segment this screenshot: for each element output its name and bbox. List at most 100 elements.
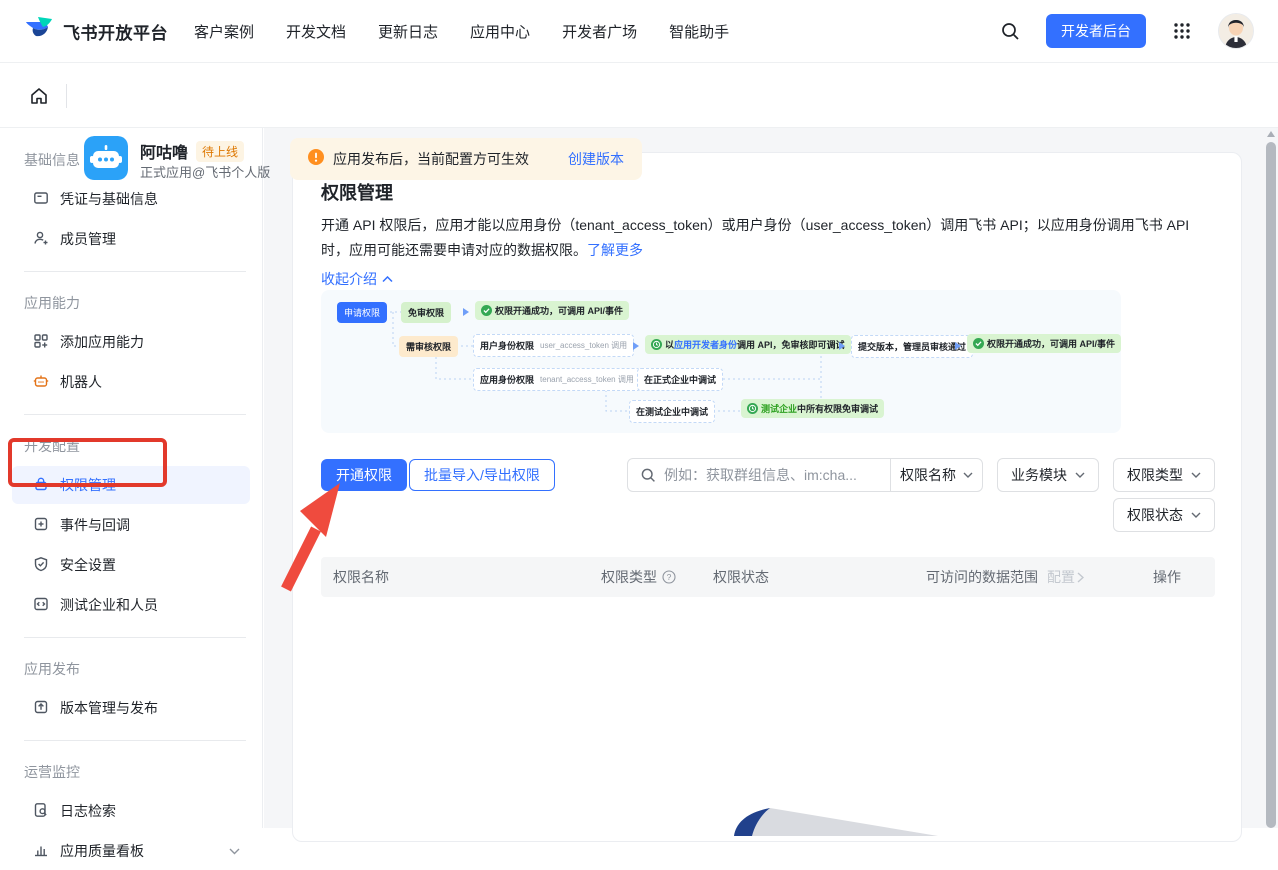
sidebar-item-add-capability[interactable]: 添加应用能力 (12, 323, 250, 361)
robot-icon (33, 373, 49, 392)
flow-arrow-icon (633, 342, 639, 350)
node-label: 权限开通成功，可调用 API/事件 (987, 337, 1115, 350)
divider (24, 637, 246, 638)
scrollbar-thumb[interactable] (1266, 142, 1276, 828)
sidebar-item-label: 版本管理与发布 (60, 698, 158, 718)
table-header: 权限名称 权限类型 ? 权限状态 可访问的数据范围 配置 操作 (321, 557, 1215, 597)
collapse-intro-link[interactable]: 收起介绍 (321, 269, 393, 289)
status-badge: 待上线 (196, 141, 244, 162)
biz-module-dropdown[interactable]: 业务模块 (997, 458, 1099, 492)
sidebar-item-label: 测试企业和人员 (60, 595, 158, 615)
node-user-permission: 用户身份权限 user_access_token 调用 (473, 334, 634, 357)
sidebar-item-security[interactable]: 安全设置 (12, 546, 250, 584)
empty-state-illustration (708, 802, 938, 841)
learn-more-link[interactable]: 了解更多 (587, 242, 643, 258)
dropdown-label: 权限类型 (1127, 465, 1183, 485)
developer-console-button[interactable]: 开发者后台 (1046, 14, 1146, 48)
sidebar-item-label: 事件与回调 (60, 515, 130, 535)
nav-item-cases[interactable]: 客户案例 (194, 21, 254, 42)
node-sublabel: user_access_token 调用 (540, 340, 627, 351)
node-no-review: 免审权限 (401, 302, 451, 323)
chevron-up-icon (382, 276, 393, 283)
user-avatar[interactable] (1218, 13, 1254, 49)
dashboard-chart-icon (33, 842, 49, 861)
publish-warning-banner: 应用发布后，当前配置方可生效 创建版本 (290, 138, 642, 180)
open-permission-button[interactable]: 开通权限 (321, 459, 407, 491)
svg-text:?: ? (667, 572, 672, 582)
scroll-up-arrow-icon[interactable] (1267, 131, 1275, 137)
chevron-down-icon (1075, 472, 1085, 478)
search-icon[interactable] (994, 15, 1026, 47)
credential-card-icon (33, 190, 49, 209)
flow-arrow-icon (463, 308, 469, 316)
code-icon (33, 596, 49, 615)
nav-item-changelog[interactable]: 更新日志 (378, 21, 438, 42)
node-label: 用户身份权限 (480, 339, 534, 352)
collapse-label: 收起介绍 (321, 269, 377, 289)
log-search-icon (33, 802, 49, 821)
col-permission-status: 权限状态 (713, 567, 769, 587)
node-label: 应用身份权限 (480, 373, 534, 386)
nav-item-app-center[interactable]: 应用中心 (470, 21, 530, 42)
nav-item-assistant[interactable]: 智能助手 (669, 21, 729, 42)
permission-search-input[interactable] (664, 467, 890, 483)
apps-grid-icon[interactable] (1166, 15, 1198, 47)
sidebar-item-permissions[interactable]: 权限管理 (12, 466, 250, 504)
nav-item-dev-square[interactable]: 开发者广场 (562, 21, 637, 42)
divider (24, 414, 246, 415)
col-permission-type: 权限类型 ? (601, 567, 676, 587)
node-success-right: 权限开通成功，可调用 API/事件 (967, 334, 1121, 353)
sidebar-item-version-release[interactable]: 版本管理与发布 (12, 689, 250, 727)
home-icon[interactable] (22, 79, 56, 113)
chevron-right-icon (1077, 572, 1084, 583)
sidebar-item-bot[interactable]: 机器人 (12, 363, 250, 401)
sidebar-item-label: 安全设置 (60, 555, 116, 575)
sidebar-item-label: 权限管理 (60, 475, 116, 495)
sidebar-section-capability: 应用能力 (0, 285, 262, 323)
perm-name-dropdown[interactable]: 权限名称 (890, 459, 982, 491)
divider (24, 271, 246, 272)
description-text: 开通 API 权限后，应用才能以应用身份（tenant_access_token… (321, 217, 1189, 258)
permission-card: 权限管理 开通 API 权限后，应用才能以应用身份（tenant_access_… (292, 152, 1242, 842)
clock-circle-icon (651, 339, 662, 350)
sidebar-item-quality-dashboard[interactable]: 应用质量看板 (12, 832, 250, 870)
app-avatar-robot (84, 136, 128, 180)
member-add-icon (33, 230, 49, 249)
col-action: 操作 (1153, 567, 1181, 587)
batch-import-export-button[interactable]: 批量导入/导出权限 (409, 459, 555, 491)
node-dev-debug: 以应用开发者身份调用 API，免审核即可调试 (645, 335, 851, 354)
sidebar-item-members[interactable]: 成员管理 (12, 220, 250, 258)
chevron-down-icon (229, 848, 240, 855)
perm-status-dropdown[interactable]: 权限状态 (1113, 498, 1215, 532)
filter-bar-row2: 权限状态 (1113, 498, 1215, 532)
config-label: 配置 (1047, 567, 1075, 587)
feishu-logo[interactable]: 飞书开放平台 (24, 16, 168, 47)
flow-arrow-icon (955, 342, 961, 350)
sidebar-item-label: 凭证与基础信息 (60, 189, 158, 209)
sidebar-item-credentials[interactable]: 凭证与基础信息 (12, 180, 250, 218)
sidebar-item-events[interactable]: 事件与回调 (12, 506, 250, 544)
page-description: 开通 API 权限后，应用才能以应用身份（tenant_access_token… (321, 213, 1215, 263)
create-version-link[interactable]: 创建版本 (568, 149, 624, 169)
nav-menu: 客户案例 开发文档 更新日志 应用中心 开发者广场 智能助手 (194, 21, 729, 42)
permission-search-group: 权限名称 (627, 458, 983, 492)
page-title: 权限管理 (321, 179, 393, 205)
app-subtitle: 正式应用@飞书个人版 (140, 162, 270, 181)
scope-config-link[interactable]: 配置 (1047, 567, 1084, 587)
warning-icon (308, 149, 324, 170)
help-circle-icon[interactable]: ? (662, 570, 676, 584)
event-callback-icon (33, 516, 49, 535)
sidebar-item-label: 应用质量看板 (60, 841, 144, 861)
shield-check-icon (33, 556, 49, 575)
sidebar-item-log-search[interactable]: 日志检索 (12, 792, 250, 830)
dropdown-label: 业务模块 (1011, 465, 1067, 485)
node-label: 测试企业中所有权限免审调试 (761, 402, 878, 415)
node-label: 以应用开发者身份调用 API，免审核即可调试 (665, 338, 845, 351)
sidebar-section-monitoring: 运营监控 (0, 754, 262, 792)
publish-icon (33, 699, 49, 718)
nav-item-docs[interactable]: 开发文档 (286, 21, 346, 42)
perm-type-dropdown[interactable]: 权限类型 (1113, 458, 1215, 492)
clock-circle-icon (747, 403, 758, 414)
sidebar-item-test-enterprise[interactable]: 测试企业和人员 (12, 586, 250, 624)
sidebar-section-dev-config: 开发配置 (0, 428, 262, 466)
